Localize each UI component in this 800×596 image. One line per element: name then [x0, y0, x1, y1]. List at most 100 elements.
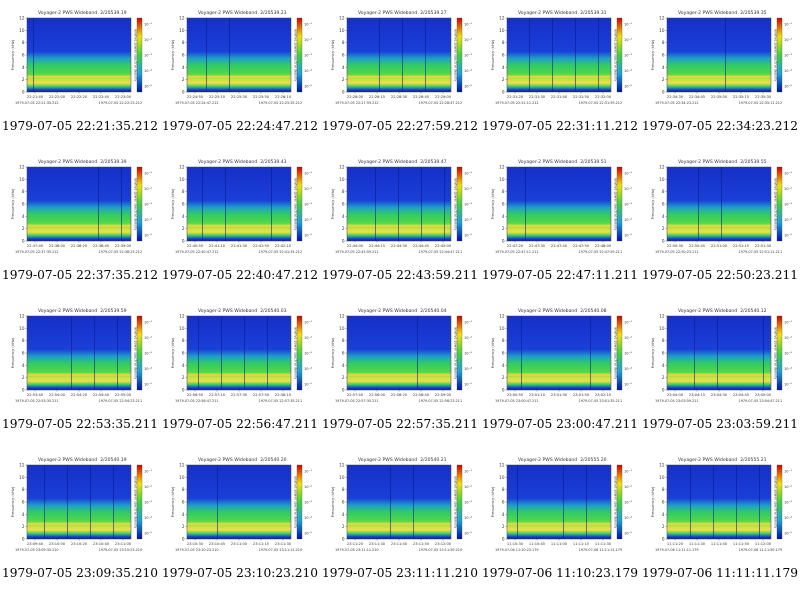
y-tick-label: 4	[662, 214, 665, 219]
y-tick-label: 12	[499, 16, 505, 21]
y-tick-label: 4	[22, 214, 25, 219]
scet-start: 1979-07-05 22:47:11.211	[495, 250, 539, 254]
spectrogram-thumbnail[interactable]: Voyager-2 PWS Wideband 2/20539.35 12 10 8 6 4 2…	[648, 6, 792, 114]
scet-end: 1979-07-05 22:44:47.211	[419, 250, 463, 254]
plot-title: Voyager-2 PWS Wideband 2/20540.04	[358, 308, 447, 314]
scet-end: 1979-07-05 22:28:47.212	[419, 101, 463, 105]
colorbar-tick-label: 10⁻⁴	[784, 516, 792, 520]
spectrogram-plot: Voyager-2 PWS Wideband 2/20539.35 12 10 8 6 4 2…	[650, 10, 792, 105]
y-tick-label: 0	[502, 537, 505, 542]
scet-range: 1979-07-06 11:11:11.179 1979-07-06 11:11:…	[655, 548, 782, 552]
y-axis-label: Frequency (kHz)	[170, 486, 175, 517]
y-tick-label: 10	[339, 475, 345, 480]
y-tick-label: 2	[502, 226, 505, 231]
timestamp-caption: 1979-07-05 22:24:47.212	[161, 119, 318, 133]
spectrogram-thumbnail[interactable]: Voyager-2 PWS Wideband 2/20539.55 12 10 8 6 4 2…	[648, 155, 792, 263]
data-dropout-line	[425, 18, 426, 92]
gallery-item: Voyager-2 PWS Wideband 2/20540.19 12 10 8 6 4 2…	[0, 447, 160, 596]
colorbar-tick-label: 10⁻⁴	[304, 218, 312, 222]
spectrogram-thumbnail[interactable]: Voyager-2 PWS Wideband 2/20539.23 12 10 8 6 4 2…	[168, 6, 312, 114]
x-tick-label: 23:10:20	[71, 542, 88, 546]
plot-title: Voyager-2 PWS Wideband 2/20539.43	[198, 159, 287, 165]
gallery-item: Voyager-2 PWS Wideband 2/20555.21 12 10 8 6 4 2…	[640, 447, 800, 596]
y-tick-label: 12	[659, 16, 665, 21]
plot-title: Voyager-2 PWS Wideband 2/20539.47	[358, 159, 447, 165]
spectrogram-plot: Voyager-2 PWS Wideband 2/20540.19 12 10 8 6 4 2…	[10, 457, 152, 552]
x-tick-label: 22:56:50	[187, 393, 204, 397]
colorbar-tick-label: 10⁻⁴	[464, 367, 472, 371]
spectrogram-thumbnail[interactable]: Voyager-2 PWS Wideband 2/20540.20 12 10 8 6 4 2…	[168, 453, 312, 561]
spectrogram-thumbnail[interactable]: Voyager-2 PWS Wideband 2/20539.39 12 10 8 6 4 2…	[8, 155, 152, 263]
y-tick-label: 0	[342, 537, 345, 542]
colorbar-tick-label: 10⁻³	[304, 352, 312, 356]
colorbar-tick-label: 10⁻¹	[784, 172, 792, 176]
y-tick-label: 4	[22, 363, 25, 368]
emission-band	[27, 373, 131, 376]
data-dropout-line	[90, 465, 91, 539]
spectrogram-image	[187, 465, 291, 539]
y-tick-label: 6	[182, 202, 185, 207]
y-tick-label: 0	[22, 239, 25, 244]
spectrogram-plot: Voyager-2 PWS Wideband 2/20539.19 12 10 8 6 4 2…	[10, 10, 152, 105]
emission-band	[187, 379, 291, 382]
spectrogram-thumbnail[interactable]: Voyager-2 PWS Wideband 2/20540.03 12 10 8 6 4 2…	[168, 304, 312, 412]
colorbar-tick-label: 10⁻³	[464, 352, 472, 356]
y-tick-label: 8	[22, 40, 25, 45]
spectrogram-thumbnail[interactable]: Voyager-2 PWS Wideband 2/20540.12 12 10 8 6 4 2…	[648, 304, 792, 412]
y-tick-label: 10	[339, 28, 345, 33]
y-tick-label: 4	[342, 512, 345, 517]
y-axis-label: Frequency (kHz)	[650, 337, 655, 368]
colorbar-tick-label: 10⁻⁵	[784, 234, 792, 238]
plot-title-prefix: Voyager-2 PWS Wideband	[38, 159, 97, 165]
emission-band	[347, 528, 451, 531]
colorbar-tick-label: 10⁻⁵	[624, 85, 632, 89]
spectrogram-image	[667, 18, 771, 92]
spectrogram-thumbnail[interactable]: Voyager-2 PWS Wideband 2/20539.43 12 10 8 6 4 2…	[168, 155, 312, 263]
spectrogram-thumbnail[interactable]: Voyager-2 PWS Wideband 2/20540.08 12 10 8 6 4 2…	[488, 304, 632, 412]
emission-band	[667, 224, 771, 227]
data-dropout-line	[221, 316, 222, 390]
colorbar-label: relative power spectral density	[294, 476, 298, 529]
spectrogram-thumbnail[interactable]: Voyager-2 PWS Wideband 2/20539.59 12 10 8 6 4 2…	[8, 304, 152, 412]
data-dropout-line	[67, 465, 68, 539]
plot-title-prefix: Voyager-2 PWS Wideband	[518, 457, 577, 463]
spectrogram-plot: Voyager-2 PWS Wideband 2/20540.20 12 10 8 6 4 2…	[170, 457, 312, 552]
data-dropout-line	[590, 316, 591, 390]
spectrogram-image	[507, 18, 611, 92]
spectrogram-thumbnail[interactable]: Voyager-2 PWS Wideband 2/20539.47 12 10 8 6 4 2…	[328, 155, 472, 263]
timestamp-caption: 1979-07-05 22:53:35.211	[1, 417, 158, 431]
x-tick-label: 22:57:50	[253, 393, 270, 397]
colorbar-tick-label: 10⁻⁵	[784, 383, 792, 387]
emission-band	[507, 230, 611, 233]
emission-band	[667, 373, 771, 376]
spectrogram-thumbnail[interactable]: Voyager-2 PWS Wideband 2/20539.51 12 10 8 6 4 2…	[488, 155, 632, 263]
data-dropout-line	[71, 316, 72, 390]
spectrogram-thumbnail[interactable]: Voyager-2 PWS Wideband 2/20540.04 12 10 8 6 4 2…	[328, 304, 472, 412]
spectrogram-thumbnail[interactable]: Voyager-2 PWS Wideband 2/20555.20 12 10 8 6 4 2…	[488, 453, 632, 561]
y-tick-label: 12	[339, 314, 345, 319]
y-tick-label: 12	[339, 463, 345, 468]
y-tick-label: 4	[22, 65, 25, 70]
y-tick-label: 8	[662, 189, 665, 194]
colorbar-tick-label: 10⁻¹	[144, 470, 152, 474]
spectrogram-thumbnail[interactable]: Voyager-2 PWS Wideband 2/20539.27 12 10 8 6 4 2…	[328, 6, 472, 114]
emission-band	[667, 81, 771, 84]
y-tick-label: 8	[182, 487, 185, 492]
x-tick-label: 11:11:00	[551, 542, 568, 546]
spectrogram-thumbnail[interactable]: Voyager-2 PWS Wideband 2/20540.21 12 10 8 6 4 2…	[328, 453, 472, 561]
spectrogram-thumbnail[interactable]: Voyager-2 PWS Wideband 2/20555.21 12 10 8 6 4 2…	[648, 453, 792, 561]
colorbar-tick-label: 10⁻³	[144, 54, 152, 58]
spectrogram-thumbnail[interactable]: Voyager-2 PWS Wideband 2/20539.19 12 10 8 6 4 2…	[8, 6, 152, 114]
x-tick-label: 22:34:45	[689, 95, 705, 99]
colorbar-tick-label: 10⁻⁴	[464, 218, 472, 222]
scet-range: 1979-07-05 22:21:35.212 1979-07-05 22:22:…	[15, 101, 142, 105]
colorbar-tick-label: 10⁻²	[144, 336, 152, 340]
plot-id: 2/20540.04	[420, 308, 446, 314]
colorbar-label: relative power spectral density	[454, 29, 458, 82]
colorbar-tick-label: 10⁻²	[784, 187, 792, 191]
spectrogram-thumbnail[interactable]: Voyager-2 PWS Wideband 2/20540.19 12 10 8 6 4 2…	[8, 453, 152, 561]
colorbar-tick-label: 10⁻¹	[144, 172, 152, 176]
scet-end: 1979-07-05 22:31:59.212	[579, 101, 623, 105]
spectrogram-thumbnail[interactable]: Voyager-2 PWS Wideband 2/20539.31 12 10 8 6 4 2…	[488, 6, 632, 114]
y-tick-label: 12	[659, 165, 665, 170]
